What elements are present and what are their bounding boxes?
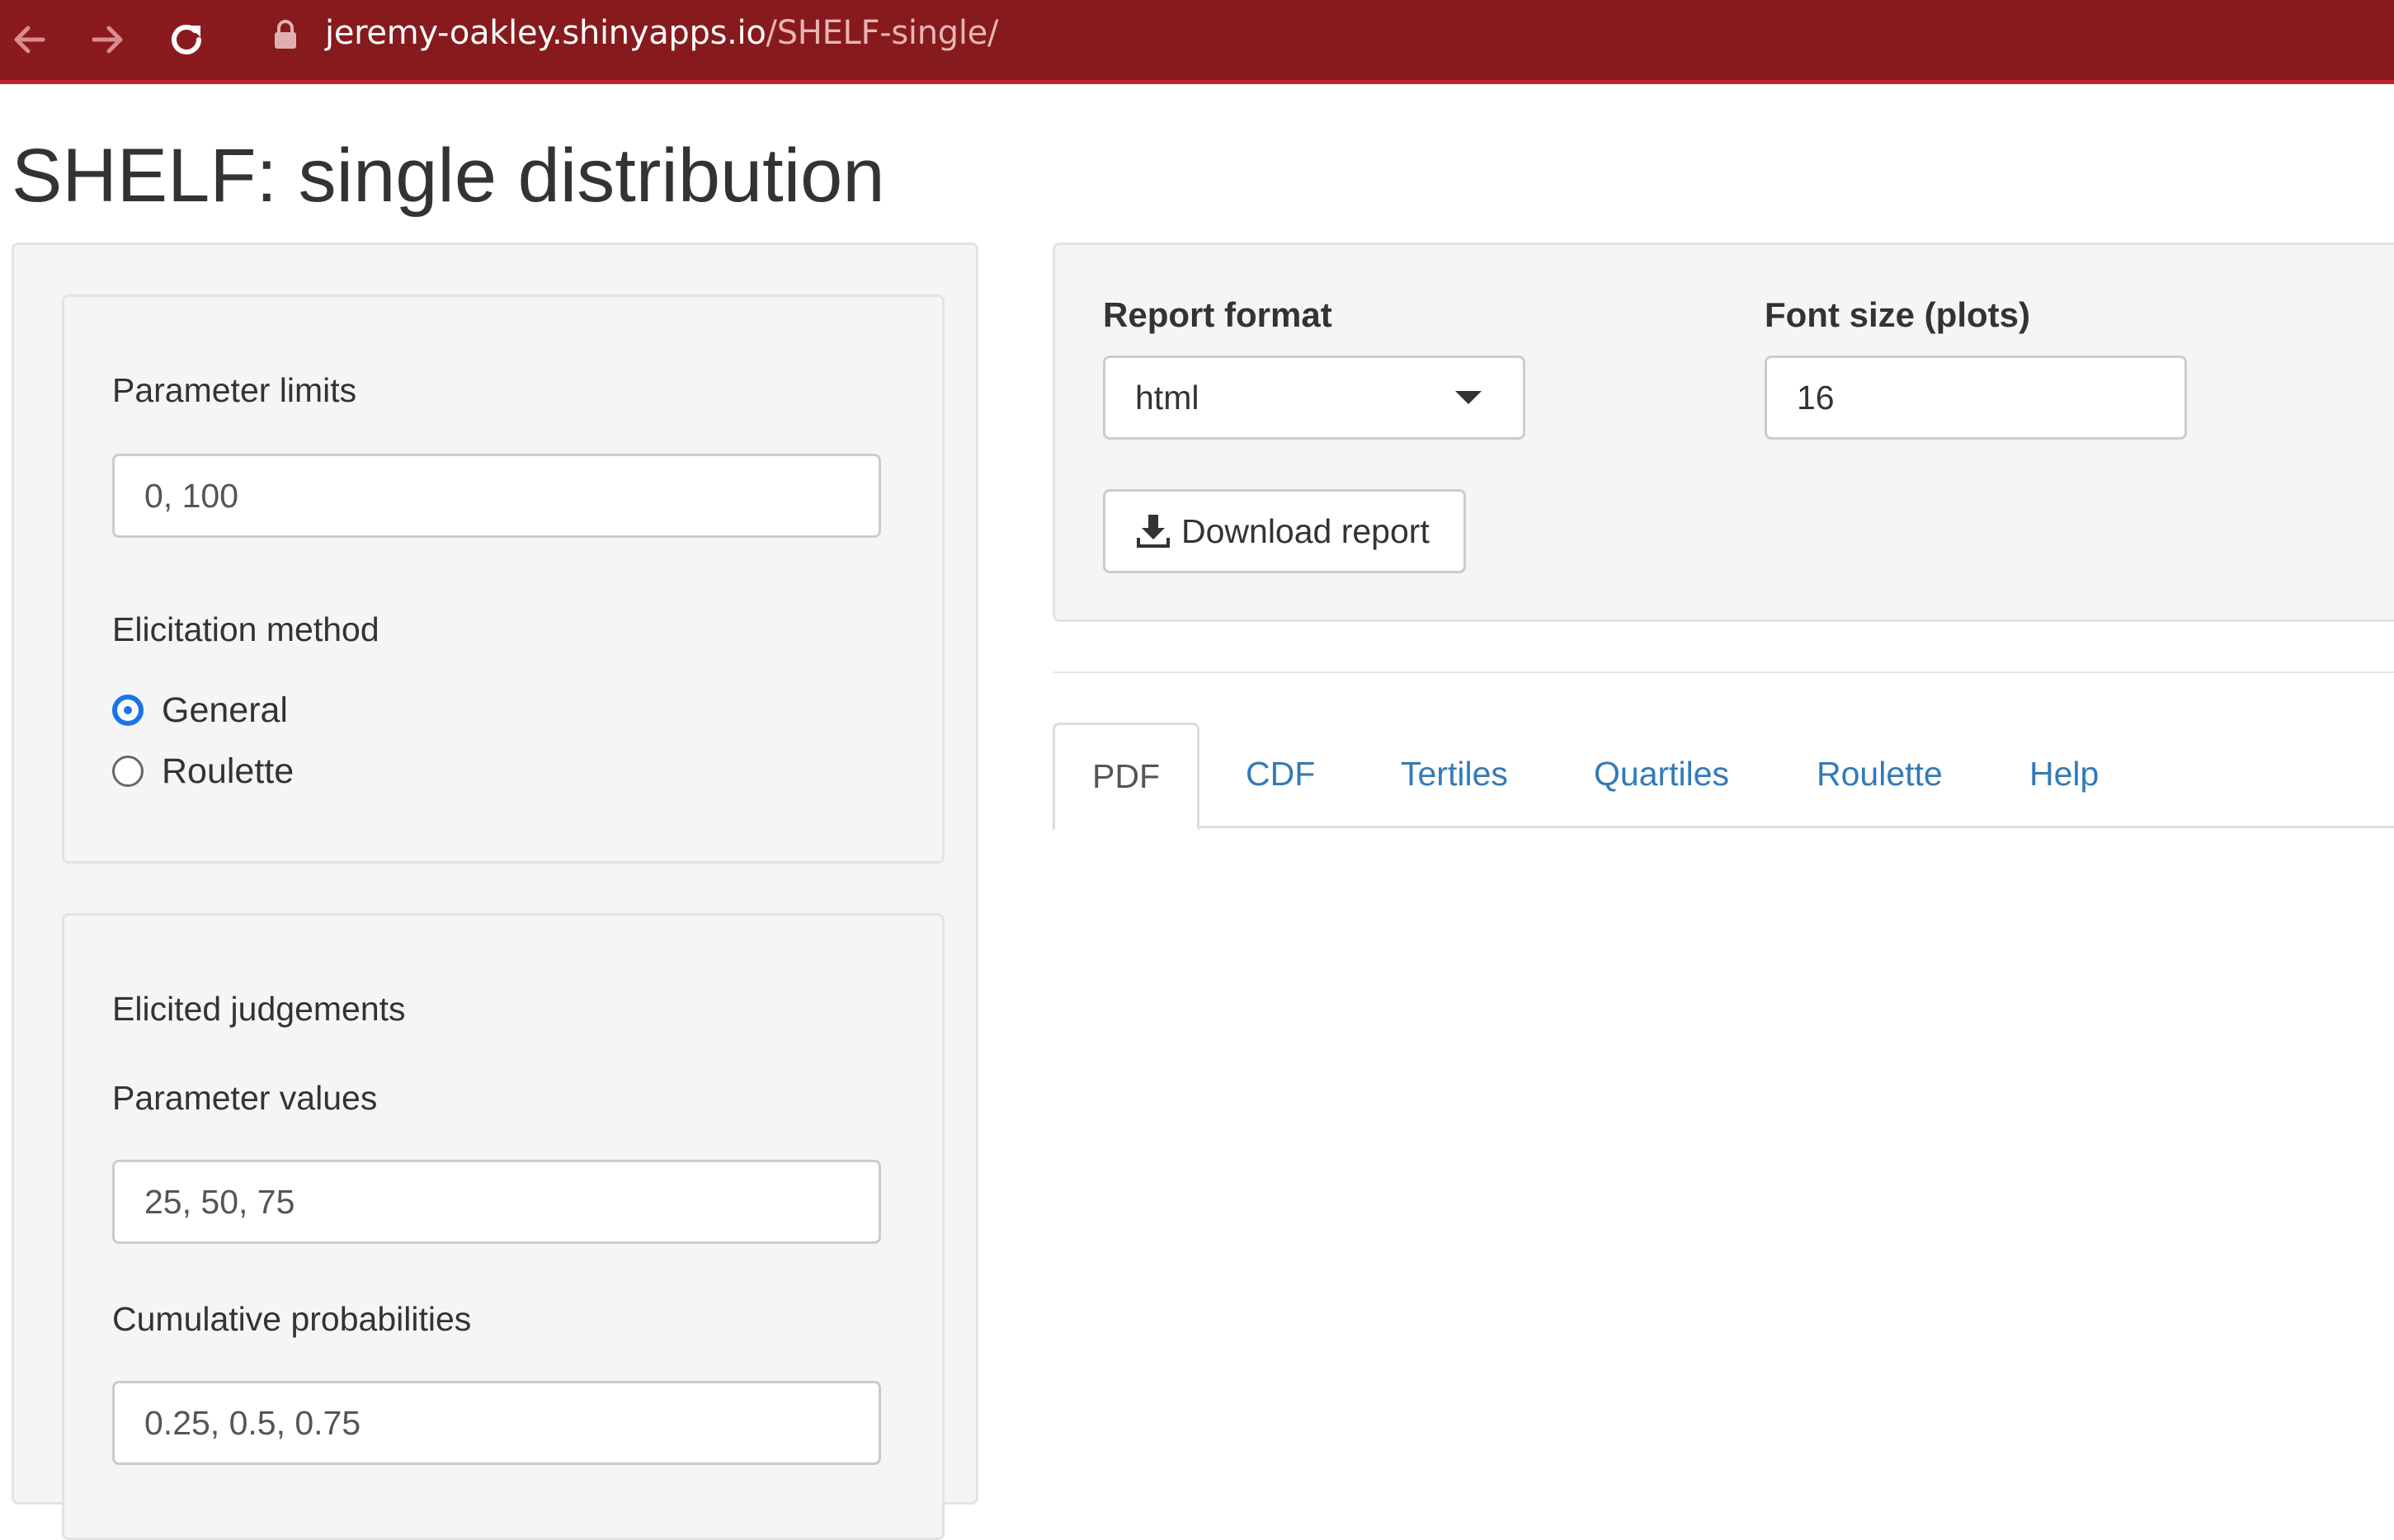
parameter-values-input[interactable]: 25, 50, 75 xyxy=(112,1160,881,1244)
tab-tertiles[interactable]: Tertiles xyxy=(1401,723,1508,828)
radio-roulette-button[interactable] xyxy=(112,756,144,787)
tab-quartiles[interactable]: Quartiles xyxy=(1594,723,1729,828)
report-format-label: Report format xyxy=(1103,295,1332,334)
radio-general-label: General xyxy=(162,690,288,730)
url-text: jeremy-oakley.shinyapps.io/SHELF-single/ xyxy=(325,10,998,56)
download-report-button[interactable]: Download report xyxy=(1103,489,1466,573)
limits-method-well: Parameter limits 0, 100 Elicitation meth… xyxy=(62,294,945,864)
reload-button[interactable] xyxy=(157,10,216,69)
parameter-limits-input[interactable]: 0, 100 xyxy=(112,454,881,538)
tab-help[interactable]: Help xyxy=(2029,723,2099,828)
sidebar-panel: Parameter limits 0, 100 Elicitation meth… xyxy=(12,243,978,1540)
cumulative-probabilities-label: Cumulative probabilities xyxy=(112,1300,472,1338)
font-size-label: Font size (plots) xyxy=(1765,295,2030,334)
divider xyxy=(1053,671,2394,673)
font-size-value: 16 xyxy=(1797,379,1835,417)
chevron-down-icon xyxy=(1455,391,1482,404)
tab-pdf[interactable]: PDF xyxy=(1053,723,1199,831)
parameter-values-label: Parameter values xyxy=(112,1079,378,1117)
url-host: jeremy-oakley.shinyapps.io xyxy=(325,14,766,52)
tab-roulette[interactable]: Roulette xyxy=(1817,723,1943,828)
lock-icon xyxy=(275,20,296,49)
back-button[interactable] xyxy=(0,10,59,69)
elicitation-method-label: Elicitation method xyxy=(112,610,379,648)
radio-roulette-label: Roulette xyxy=(162,751,295,791)
radio-roulette[interactable]: Roulette xyxy=(112,751,294,792)
page-title: SHELF: single distribution xyxy=(12,134,885,218)
download-report-label: Download report xyxy=(1181,511,1430,550)
browser-toolbar: jeremy-oakley.shinyapps.io/SHELF-single/ xyxy=(0,0,2394,84)
parameter-limits-label: Parameter limits xyxy=(112,371,357,409)
forward-arrow-icon xyxy=(92,26,123,54)
font-size-input[interactable]: 16 xyxy=(1765,356,2187,440)
report-format-select[interactable]: html xyxy=(1103,356,1525,440)
radio-general[interactable]: General xyxy=(112,690,288,731)
tab-cdf[interactable]: CDF xyxy=(1246,723,1315,828)
back-arrow-icon xyxy=(14,26,45,54)
reload-icon xyxy=(172,25,201,54)
report-panel: Report format html Font size (plots) 16 … xyxy=(1053,243,2394,622)
download-icon xyxy=(1137,515,1170,548)
address-bar[interactable]: jeremy-oakley.shinyapps.io/SHELF-single/ xyxy=(241,0,2394,69)
report-format-value: html xyxy=(1135,379,1199,417)
url-path: /SHELF-single/ xyxy=(766,14,999,52)
radio-general-button[interactable] xyxy=(112,695,144,726)
cumulative-probabilities-input[interactable]: 0.25, 0.5, 0.75 xyxy=(112,1381,881,1465)
tabset: PDF CDF Tertiles Quartiles Roulette Help xyxy=(1053,723,2394,831)
judgements-well: Elicited judgements Parameter values 25,… xyxy=(62,913,945,1540)
forward-button[interactable] xyxy=(78,10,137,69)
elicited-judgements-label: Elicited judgements xyxy=(112,990,406,1028)
